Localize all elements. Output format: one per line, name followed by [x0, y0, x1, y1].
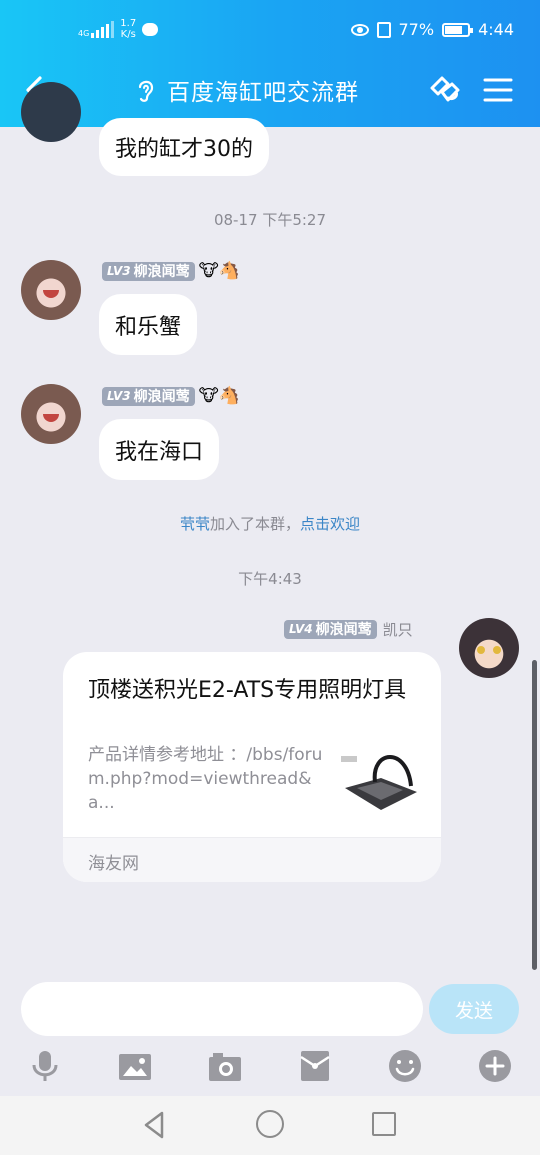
image-icon[interactable]	[117, 1048, 153, 1084]
level-text: LV3	[107, 389, 131, 403]
message-bubble[interactable]: 和乐蟹	[99, 294, 198, 355]
red-packet-icon[interactable]	[297, 1048, 333, 1084]
sender-row: LV3 柳浪闻莺 🐮🐴	[102, 386, 240, 406]
system-nav-bar	[0, 1096, 540, 1155]
timestamp: 08-17 下午5:27	[213, 211, 327, 229]
level-badge: LV4 柳浪闻莺	[284, 619, 377, 639]
ear-icon	[138, 80, 154, 102]
card-description: 产品详情参考地址 ：/bbs/forum.php?mod=viewthread&…	[88, 745, 323, 813]
message-input[interactable]	[21, 982, 423, 1036]
level-text: LV4	[289, 622, 313, 636]
signal-icon	[91, 20, 115, 38]
link-card[interactable]: 顶楼送积光E2-ATS专用照明灯具 产品详情参考地址 ：/bbs/forum.p…	[63, 652, 441, 882]
avatar[interactable]	[21, 260, 81, 320]
sender-row: LV4 柳浪闻莺 凯只	[284, 619, 413, 639]
battery-percent: 77%	[398, 20, 435, 39]
emoji-icon[interactable]	[387, 1048, 423, 1084]
vibrate-icon	[376, 21, 391, 38]
status-right: 77% 4:44	[350, 20, 514, 39]
recent-apps-icon[interactable]	[372, 1112, 396, 1136]
sender-row: LV3 柳浪闻莺 🐮🐴	[102, 261, 240, 281]
sender-emoji: 🐮🐴	[198, 385, 240, 406]
message-bubble[interactable]: 我的缸才30的	[99, 118, 269, 176]
speed-value: 1.7	[120, 18, 137, 29]
network-speed: 1.7 K/s	[120, 18, 136, 40]
avatar[interactable]	[21, 82, 81, 142]
status-bar: 4G 1.7 K/s 77% 4:44	[0, 0, 540, 62]
clock: 4:44	[478, 20, 514, 39]
member-title: 柳浪闻莺	[315, 622, 372, 638]
battery-icon	[442, 22, 474, 37]
timestamp: 下午4:43	[238, 570, 302, 588]
send-button[interactable]: 发送	[429, 984, 519, 1034]
header-bar: 4G 1.7 K/s 77% 4:44 百度海缸吧交流群	[0, 0, 540, 127]
member-title: 柳浪闻莺	[133, 264, 190, 280]
speed-unit: K/s	[120, 29, 136, 40]
plus-icon[interactable]	[477, 1048, 513, 1084]
title-area[interactable]: 百度海缸吧交流群	[135, 72, 359, 108]
eye-comfort-icon	[350, 23, 369, 36]
card-title: 顶楼送积光E2-ATS专用照明灯具	[88, 678, 407, 703]
status-left: 4G 1.7 K/s	[78, 18, 159, 40]
system-message: 茕茕加入了本群，点击欢迎	[0, 513, 540, 534]
mic-icon[interactable]	[27, 1048, 63, 1084]
chat-notification-icon	[142, 22, 159, 36]
page-title: 百度海缸吧交流群	[167, 80, 359, 106]
back-triangle-icon[interactable]	[140, 1110, 170, 1140]
message-text: 我在海口	[115, 439, 204, 465]
card-footer: 海友网	[63, 837, 441, 882]
nav-bar: 百度海缸吧交流群	[0, 62, 540, 122]
member-title: 柳浪闻莺	[133, 389, 190, 405]
network-type: 4G	[78, 29, 90, 38]
link-icon[interactable]	[424, 70, 464, 110]
joined-user-link[interactable]: 茕茕	[180, 515, 210, 533]
sender-nickname: 凯只	[382, 620, 413, 639]
message-bubble[interactable]: 我在海口	[99, 419, 220, 480]
level-text: LV3	[107, 264, 131, 278]
menu-icon[interactable]	[482, 74, 514, 106]
home-circle-icon[interactable]	[256, 1110, 284, 1138]
network-indicator: 4G	[78, 20, 115, 38]
input-toolbar	[0, 1040, 540, 1094]
welcome-link[interactable]: 点击欢迎	[300, 515, 360, 533]
avatar[interactable]	[459, 618, 519, 678]
product-thumbnail	[341, 740, 419, 818]
camera-icon[interactable]	[207, 1048, 243, 1084]
level-badge: LV3 柳浪闻莺	[102, 386, 195, 406]
scrollbar[interactable]	[532, 660, 537, 970]
card-source: 海友网	[88, 854, 139, 874]
level-badge: LV3 柳浪闻莺	[102, 261, 195, 281]
system-text: 加入了本群，	[209, 515, 300, 533]
sender-emoji: 🐮🐴	[198, 260, 240, 281]
avatar[interactable]	[21, 384, 81, 444]
message-text: 和乐蟹	[115, 314, 182, 340]
message-text: 我的缸才30的	[115, 137, 253, 162]
